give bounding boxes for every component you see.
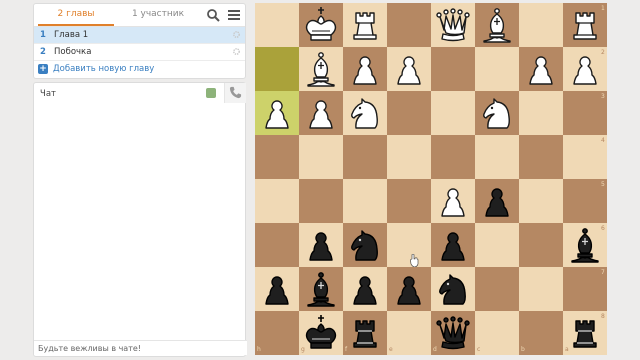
black-pawn-icon[interactable]: [475, 179, 519, 223]
black-pawn-icon[interactable]: [255, 267, 299, 311]
white-pawn-icon[interactable]: [387, 47, 431, 91]
black-pawn-icon[interactable]: [387, 267, 431, 311]
black-knight-icon[interactable]: [343, 223, 387, 267]
square-h8[interactable]: [255, 311, 299, 355]
chat-input[interactable]: [34, 340, 247, 355]
square-b4[interactable]: [519, 135, 563, 179]
chapters-panel: 2 главы 1 участник 1 Глава 1 2 Побочка +: [33, 3, 246, 79]
white-pawn-icon[interactable]: [519, 47, 563, 91]
square-b7[interactable]: [519, 267, 563, 311]
add-chapter-label: Добавить новую главу: [53, 64, 155, 74]
square-h2[interactable]: [255, 47, 299, 91]
voice-chat-button[interactable]: [224, 83, 246, 103]
square-e6[interactable]: [387, 223, 431, 267]
square-f4[interactable]: [343, 135, 387, 179]
square-b1[interactable]: [519, 3, 563, 47]
white-knight-icon[interactable]: [475, 91, 519, 135]
file-label: b: [521, 346, 525, 353]
square-b8[interactable]: [519, 311, 563, 355]
black-bishop-icon[interactable]: [299, 267, 343, 311]
study-sidebar: 2 главы 1 участник 1 Глава 1 2 Побочка +: [0, 0, 252, 360]
white-bishop-icon[interactable]: [475, 3, 519, 47]
gear-icon[interactable]: [232, 47, 241, 56]
chapter-item-1[interactable]: 1 Глава 1: [34, 27, 245, 44]
black-rook-icon[interactable]: [563, 311, 607, 355]
white-pawn-icon[interactable]: [255, 91, 299, 135]
square-f5[interactable]: [343, 179, 387, 223]
rank-label: 7: [601, 269, 605, 276]
square-d2[interactable]: [431, 47, 475, 91]
white-pawn-icon[interactable]: [563, 47, 607, 91]
square-g5[interactable]: [299, 179, 343, 223]
black-pawn-icon[interactable]: [343, 267, 387, 311]
chapter-name: Глава 1: [54, 30, 89, 40]
rank-label: 3: [601, 93, 605, 100]
white-knight-icon[interactable]: [343, 91, 387, 135]
white-pawn-icon[interactable]: [431, 179, 475, 223]
file-label: h: [257, 346, 261, 353]
gear-icon[interactable]: [232, 30, 241, 39]
chat-toggle[interactable]: [206, 88, 216, 98]
square-e5[interactable]: [387, 179, 431, 223]
square-c4[interactable]: [475, 135, 519, 179]
menu-icon[interactable]: [227, 8, 241, 22]
square-e1[interactable]: [387, 3, 431, 47]
search-icon[interactable]: [206, 8, 220, 22]
chapter-name: Побочка: [54, 47, 92, 57]
square-h5[interactable]: [255, 179, 299, 223]
square-c8[interactable]: [475, 311, 519, 355]
black-pawn-icon[interactable]: [431, 223, 475, 267]
square-c2[interactable]: [475, 47, 519, 91]
plus-icon: +: [38, 64, 48, 74]
white-king-icon[interactable]: [299, 3, 343, 47]
black-knight-icon[interactable]: [431, 267, 475, 311]
square-c7[interactable]: [475, 267, 519, 311]
square-d3[interactable]: [431, 91, 475, 135]
black-queen-icon[interactable]: [431, 311, 475, 355]
square-e4[interactable]: [387, 135, 431, 179]
square-e8[interactable]: [387, 311, 431, 355]
white-pawn-icon[interactable]: [343, 47, 387, 91]
square-h4[interactable]: [255, 135, 299, 179]
tab-chapters[interactable]: 2 главы: [38, 9, 114, 19]
square-h1[interactable]: [255, 3, 299, 47]
black-rook-icon[interactable]: [343, 311, 387, 355]
file-label: e: [389, 346, 393, 353]
chapter-number: 1: [40, 30, 46, 40]
chat-panel: Чат: [33, 82, 247, 357]
mouse-cursor-icon: [410, 254, 419, 267]
phone-icon: [229, 86, 242, 99]
white-rook-icon[interactable]: [343, 3, 387, 47]
square-e3[interactable]: [387, 91, 431, 135]
active-tab-underline: [38, 24, 114, 26]
chapter-number: 2: [40, 47, 46, 57]
square-c6[interactable]: [475, 223, 519, 267]
tab-members[interactable]: 1 участник: [120, 9, 196, 19]
square-b5[interactable]: [519, 179, 563, 223]
white-bishop-icon[interactable]: [299, 47, 343, 91]
square-b3[interactable]: [519, 91, 563, 135]
chat-title: Чат: [40, 89, 56, 99]
black-bishop-icon[interactable]: [563, 223, 607, 267]
black-pawn-icon[interactable]: [299, 223, 343, 267]
square-d4[interactable]: [431, 135, 475, 179]
rank-label: 4: [601, 137, 605, 144]
square-b6[interactable]: [519, 223, 563, 267]
black-king-icon[interactable]: [299, 311, 343, 355]
chess-board[interactable]: hgfedcba12345678: [255, 3, 607, 355]
sidebar-tabs: 2 главы 1 участник: [34, 4, 245, 27]
chapter-item-2[interactable]: 2 Побочка: [34, 44, 245, 61]
add-chapter-button[interactable]: + Добавить новую главу: [34, 61, 245, 77]
white-queen-icon[interactable]: [431, 3, 475, 47]
square-g4[interactable]: [299, 135, 343, 179]
white-pawn-icon[interactable]: [299, 91, 343, 135]
rank-label: 5: [601, 181, 605, 188]
file-label: c: [477, 346, 481, 353]
square-h6[interactable]: [255, 223, 299, 267]
white-rook-icon[interactable]: [563, 3, 607, 47]
